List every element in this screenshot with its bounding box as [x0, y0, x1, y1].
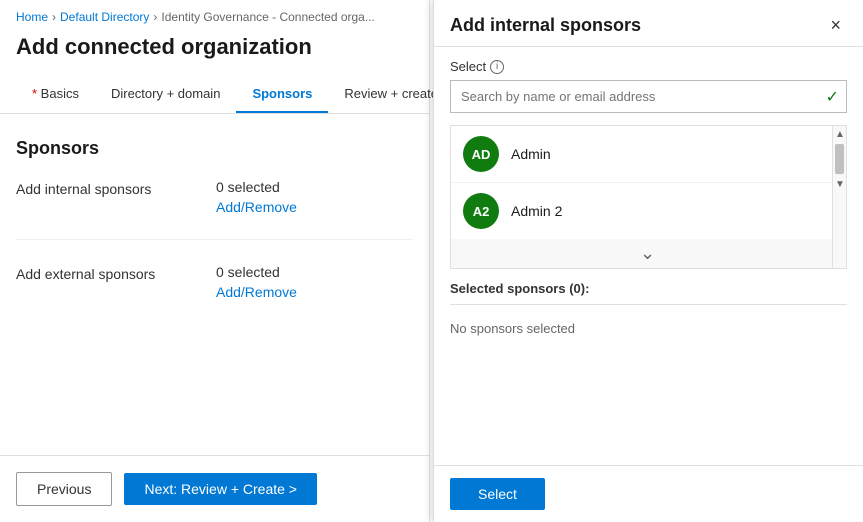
user-name-admin2: Admin 2 [511, 203, 562, 219]
breadcrumb: Home › Default Directory › Identity Gove… [0, 0, 429, 30]
select-button[interactable]: Select [450, 478, 545, 510]
user-list: AD Admin A2 Admin 2 [451, 126, 846, 239]
user-name-admin: Admin [511, 146, 551, 162]
avatar-ad: AD [463, 136, 499, 172]
external-sponsor-row: Add external sponsors 0 selected Add/Rem… [16, 264, 413, 324]
external-add-remove-link[interactable]: Add/Remove [216, 284, 413, 300]
previous-button[interactable]: Previous [16, 472, 112, 506]
tab-basics[interactable]: Basics [16, 76, 95, 113]
no-sponsors-text: No sponsors selected [450, 313, 847, 344]
modal-footer: Select [434, 465, 863, 522]
external-sponsor-count: 0 selected [216, 264, 413, 280]
modal-title: Add internal sponsors [450, 15, 641, 36]
breadcrumb-current: Identity Governance - Connected orga... [161, 10, 374, 24]
section-title: Sponsors [16, 138, 413, 159]
breadcrumb-directory[interactable]: Default Directory [60, 10, 149, 24]
more-dots-icon: ⌄ [640, 243, 657, 264]
internal-sponsor-row: Add internal sponsors 0 selected Add/Rem… [16, 179, 413, 240]
tabs: Basics Directory + domain Sponsors Revie… [0, 76, 429, 114]
scroll-up-arrow[interactable]: ▲ [833, 126, 847, 142]
breadcrumb-sep-1: › [52, 10, 56, 24]
user-list-wrapper: AD Admin A2 Admin 2 ▲ ▼ ⌄ [450, 125, 847, 269]
scroll-down-arrow[interactable]: ▼ [833, 176, 847, 192]
modal-body: Select i ✓ AD Admin A2 Admin 2 ▲ [434, 47, 863, 465]
scroll-track: ▲ ▼ [832, 126, 846, 268]
internal-sponsor-right: 0 selected Add/Remove [216, 179, 413, 215]
left-panel: Home › Default Directory › Identity Gove… [0, 0, 430, 522]
breadcrumb-sep-2: › [153, 10, 157, 24]
user-item-admin[interactable]: AD Admin [451, 126, 846, 183]
external-sponsor-label: Add external sponsors [16, 264, 216, 282]
select-label: Select i [450, 59, 847, 74]
search-container: ✓ [450, 80, 847, 113]
info-icon[interactable]: i [490, 60, 504, 74]
tab-directory-domain[interactable]: Directory + domain [95, 76, 236, 113]
modal-header: Add internal sponsors × [434, 0, 863, 47]
external-sponsor-right: 0 selected Add/Remove [216, 264, 413, 300]
add-internal-sponsors-modal: Add internal sponsors × Select i ✓ AD Ad… [433, 0, 863, 522]
user-item-admin2[interactable]: A2 Admin 2 [451, 183, 846, 239]
select-label-text: Select [450, 59, 486, 74]
next-button[interactable]: Next: Review + Create > [124, 473, 317, 505]
scroll-thumb [835, 144, 844, 174]
avatar-a2: A2 [463, 193, 499, 229]
search-check-icon: ✓ [826, 87, 839, 107]
more-indicator: ⌄ [451, 239, 846, 268]
page-title: Add connected organization [0, 30, 429, 76]
main-content: Sponsors Add internal sponsors 0 selecte… [0, 114, 429, 455]
search-input[interactable] [450, 80, 847, 113]
close-button[interactable]: × [824, 14, 847, 36]
internal-sponsor-count: 0 selected [216, 179, 413, 195]
selected-sponsors-section: Selected sponsors (0): No sponsors selec… [450, 281, 847, 453]
tab-sponsors[interactable]: Sponsors [236, 76, 328, 113]
bottom-bar: Previous Next: Review + Create > [0, 455, 429, 522]
internal-sponsor-label: Add internal sponsors [16, 179, 216, 197]
internal-add-remove-link[interactable]: Add/Remove [216, 199, 413, 215]
selected-sponsors-title: Selected sponsors (0): [450, 281, 847, 305]
breadcrumb-home[interactable]: Home [16, 10, 48, 24]
